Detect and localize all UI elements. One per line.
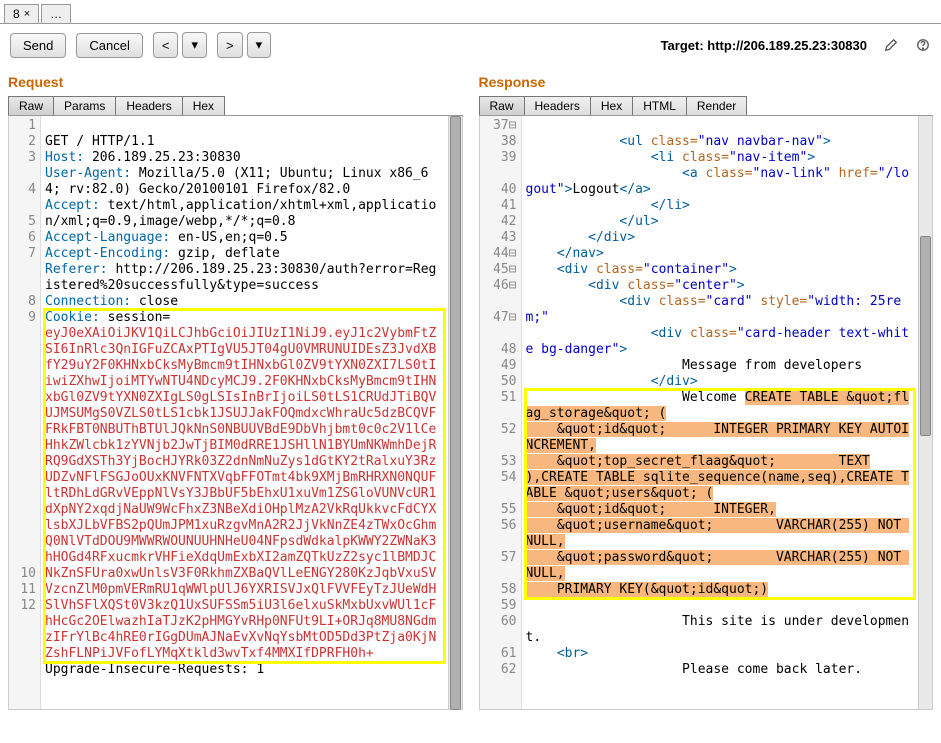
editor-body[interactable]: GET / HTTP/1.1 Host: 206.189.25.23:30830…: [41, 116, 448, 709]
editor-body[interactable]: <ul class="nav navbar-nav"> <li class="n…: [522, 116, 919, 709]
close-icon[interactable]: ×: [24, 8, 30, 20]
pencil-icon[interactable]: [883, 37, 899, 53]
tab-raw[interactable]: Raw: [479, 96, 525, 115]
response-subtabs: Raw Headers Hex HTML Render: [479, 96, 934, 116]
tab-html[interactable]: HTML: [632, 96, 687, 115]
tab-raw[interactable]: Raw: [8, 96, 54, 115]
next-button[interactable]: >: [217, 32, 243, 58]
response-title: Response: [479, 74, 934, 90]
tab-headers[interactable]: Headers: [524, 96, 591, 115]
session-cookie: eyJ0eXAiOiJKV1QiLCJhbGciOiJIUzI1NiJ9.eyJ…: [45, 326, 436, 661]
request-subtabs: Raw Params Headers Hex: [8, 96, 463, 116]
help-icon[interactable]: [915, 37, 931, 53]
prev-menu-button[interactable]: ▾: [182, 32, 207, 58]
tab-overflow[interactable]: …: [41, 4, 71, 23]
sql-injection-result: Welcome CREATE TABLE &quot;flag_storage&…: [526, 390, 915, 598]
document-tabbar: 8 × …: [0, 0, 941, 24]
tab-8[interactable]: 8 ×: [4, 4, 39, 23]
target-label: Target: http://206.189.25.23:30830: [661, 38, 867, 53]
tab-render[interactable]: Render: [686, 96, 747, 115]
nav-next-group: > ▾: [217, 32, 271, 58]
target-url: http://206.189.25.23:30830: [707, 38, 867, 53]
tab-hex[interactable]: Hex: [590, 96, 633, 115]
scrollbar[interactable]: [448, 116, 462, 709]
line-gutter: 123456789101112: [9, 116, 41, 709]
tab-hex[interactable]: Hex: [182, 96, 225, 115]
tab-headers[interactable]: Headers: [115, 96, 182, 115]
send-button[interactable]: Send: [10, 33, 66, 58]
request-editor[interactable]: 123456789101112 GET / HTTP/1.1 Host: 206…: [8, 116, 463, 710]
next-menu-button[interactable]: ▾: [247, 32, 272, 58]
scroll-thumb[interactable]: [920, 236, 931, 436]
response-panel: Response Raw Headers Hex HTML Render 37⊟…: [471, 66, 941, 710]
tab-label: …: [50, 7, 62, 21]
scrollbar[interactable]: [918, 116, 932, 709]
prev-button[interactable]: <: [153, 32, 179, 58]
response-editor[interactable]: 37⊟38394041424344⊟45⊟46⊟47⊟4849505152535…: [479, 116, 934, 710]
tab-label: 8: [13, 7, 20, 21]
tab-params[interactable]: Params: [53, 96, 116, 115]
line-gutter: 37⊟38394041424344⊟45⊟46⊟47⊟4849505152535…: [480, 116, 522, 709]
request-title: Request: [8, 74, 463, 90]
toolbar: Send Cancel < ▾ > ▾ Target: http://206.1…: [0, 24, 941, 66]
cancel-button[interactable]: Cancel: [76, 33, 142, 58]
nav-prev-group: < ▾: [153, 32, 207, 58]
request-panel: Request Raw Params Headers Hex 123456789…: [0, 66, 471, 710]
scroll-thumb[interactable]: [450, 116, 461, 710]
